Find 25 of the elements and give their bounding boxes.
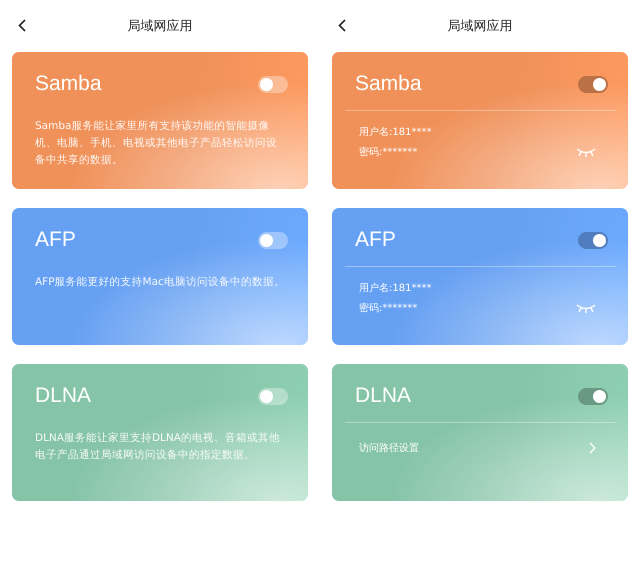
eye-closed-icon[interactable] [576, 304, 596, 312]
service-description: DLNA服务能让家里支持DLNA的电视、音箱或其他电子产品通过局域网访问设备中的指定数据。 [35, 431, 281, 463]
service-description: Samba服务能让家里所有支持该功能的智能摄像机、电脑、手机、电视或其他电子产品轻松访问设备中共享的数据。 [35, 119, 278, 168]
toggle-switch[interactable] [578, 232, 608, 248]
page-title: 局域网应用 [128, 18, 192, 35]
password-text: 密码:******* [359, 146, 418, 159]
service-name: AFP [35, 228, 76, 252]
username-text: 用户名:181**** [359, 126, 432, 139]
toggle-switch[interactable] [258, 388, 288, 404]
service-description: AFP服务能更好的支持Mac电脑访问设备中的数据。 [35, 275, 285, 290]
service-name: Samba [35, 72, 102, 96]
service-name: Samba [355, 72, 422, 96]
toggle-switch[interactable] [578, 388, 608, 404]
toggle-switch[interactable] [578, 76, 608, 92]
service-name: DLNA [35, 384, 92, 408]
page-title: 局域网应用 [448, 18, 512, 35]
toggle-switch[interactable] [258, 232, 288, 248]
service-name: DLNA [355, 384, 412, 408]
password-text: 密码:******* [359, 302, 418, 315]
username-text: 用户名:181**** [359, 282, 432, 295]
service-name: AFP [355, 228, 396, 252]
chevron-right-icon[interactable] [589, 442, 596, 454]
toggle-switch[interactable] [258, 76, 288, 92]
eye-closed-icon[interactable] [576, 148, 596, 156]
access-path-setting[interactable]: 访问路径设置 [355, 441, 608, 455]
